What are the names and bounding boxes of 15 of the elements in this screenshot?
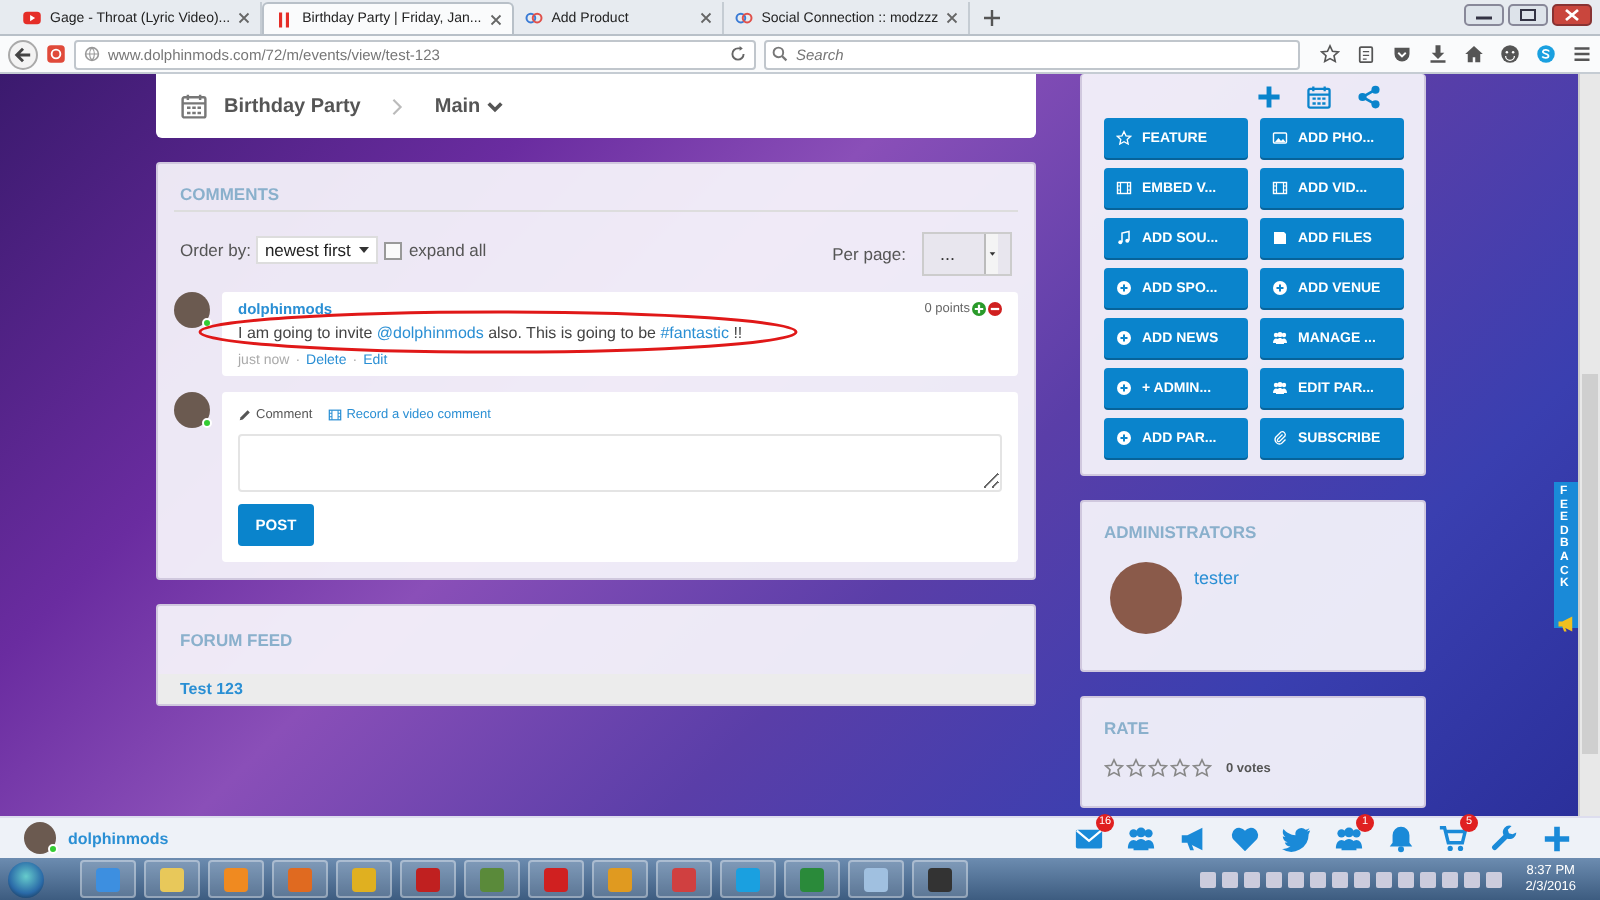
event-title[interactable]: Birthday Party (224, 95, 361, 117)
admin-name-link[interactable]: tester (1194, 568, 1240, 634)
expand-label: expand all (408, 240, 487, 260)
per-page-label: Per page: (832, 244, 906, 264)
username-link[interactable]: dolphinmods (68, 829, 169, 847)
section-dropdown[interactable]: Main (434, 95, 505, 117)
per-page-select[interactable]: ... (922, 232, 1012, 276)
rate-heading: RATE (1104, 718, 1152, 738)
forum-feed-heading: FORUM FEED (178, 628, 295, 654)
comment-text: I am going to invite @dolphinmods also. This is going to be #fantastic !! (238, 324, 745, 342)
order-select[interactable]: newest first (256, 236, 379, 264)
forum-topic-link[interactable]: Test 123 (158, 674, 1034, 704)
order-label: Order by: (180, 240, 251, 260)
administrators-heading: ADMINISTRATORS (1104, 522, 1259, 542)
comments-heading: COMMENTS (174, 164, 1018, 212)
